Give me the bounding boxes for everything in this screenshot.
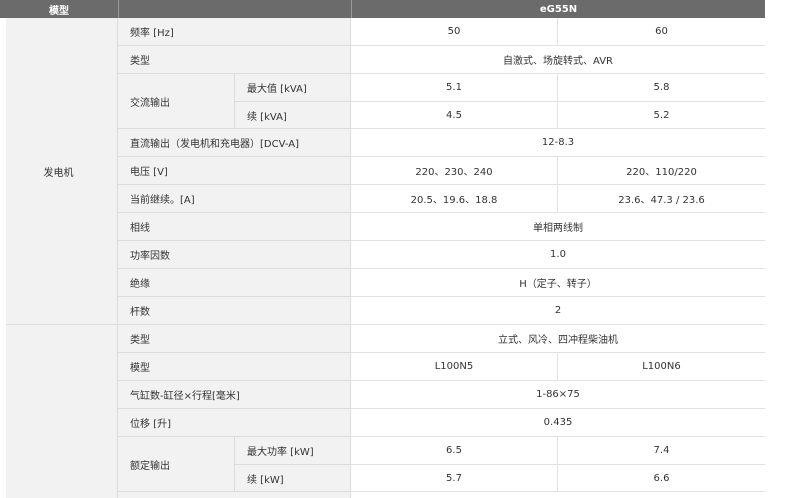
value-power-factor: 1.0: [351, 241, 765, 269]
value-dc-output: 12-8.3: [351, 129, 765, 157]
row-label-voltage: 电压 [V]: [118, 157, 351, 185]
value-voltage-1: 220、230、240: [351, 157, 558, 185]
row-label-next: [118, 492, 351, 498]
row-label-dc-output: 直流输出（发电机和充电器）[DCV-A]: [118, 129, 351, 157]
value-ac-cont-2: 5.2: [558, 102, 765, 129]
row-label-ac-output: 交流输出: [118, 74, 235, 129]
value-ac-max-2: 5.8: [558, 74, 765, 102]
row-label-insulation: 绝缘: [118, 269, 351, 297]
row-label-rated-cont: 续 [kW]: [235, 465, 351, 492]
spec-table: 模型 eG55N 发电机 频率 [Hz] 50 60 类型 自激式、场旋转式、A…: [0, 0, 800, 498]
row-label-ac-max: 最大值 [kVA]: [235, 74, 351, 102]
row-label-displacement: 位移 [升]: [118, 409, 351, 437]
left-edge-strip: [0, 325, 6, 498]
value-current-1: 20.5、19.6、18.8: [351, 185, 558, 213]
value-phase: 单相两线制: [351, 213, 765, 241]
value-generator-type: 自激式、场旋转式、AVR: [351, 46, 765, 74]
row-label-engine-type: 类型: [118, 325, 351, 353]
row-label-ac-cont: 续 [kVA]: [235, 102, 351, 129]
section-generator: 发电机: [0, 18, 118, 325]
value-rated-max-1: 6.5: [351, 437, 558, 465]
left-edge-strip: [0, 18, 6, 325]
value-frequency-2: 60: [558, 18, 765, 46]
row-label-rated-output: 额定输出: [118, 437, 235, 492]
value-rated-cont-2: 6.6: [558, 465, 765, 492]
value-displacement: 0.435: [351, 409, 765, 437]
value-rated-max-2: 7.4: [558, 437, 765, 465]
row-label-cylinders: 气缸数-缸径×行程[毫米]: [118, 381, 351, 409]
header-spacer: [118, 0, 351, 18]
header-model-label: 模型: [0, 0, 118, 18]
row-label-engine-model: 模型: [118, 353, 351, 381]
value-poles: 2: [351, 297, 765, 325]
row-label-current: 当前继续。[A]: [118, 185, 351, 213]
row-label-poles: 杆数: [118, 297, 351, 325]
row-label-rated-max: 最大功率 [kW]: [235, 437, 351, 465]
value-frequency-1: 50: [351, 18, 558, 46]
value-engine-model-2: L100N6: [558, 353, 765, 381]
value-ac-max-1: 5.1: [351, 74, 558, 102]
value-ac-cont-1: 4.5: [351, 102, 558, 129]
section-engine: [0, 325, 118, 498]
row-label-generator-type: 类型: [118, 46, 351, 74]
value-engine-type: 立式、风冷、四冲程柴油机: [351, 325, 765, 353]
value-cylinders: 1-86×75: [351, 381, 765, 409]
row-label-frequency: 频率 [Hz]: [118, 18, 351, 46]
value-insulation: H（定子、转子）: [351, 269, 765, 297]
value-engine-model-1: L100N5: [351, 353, 558, 381]
value-voltage-2: 220、110/220: [558, 157, 765, 185]
value-current-2: 23.6、47.3 / 23.6: [558, 185, 765, 213]
row-label-power-factor: 功率因数: [118, 241, 351, 269]
value-rated-cont-1: 5.7: [351, 465, 558, 492]
value-next: [351, 492, 765, 498]
header-product-name: eG55N: [351, 0, 765, 18]
row-label-phase: 相线: [118, 213, 351, 241]
